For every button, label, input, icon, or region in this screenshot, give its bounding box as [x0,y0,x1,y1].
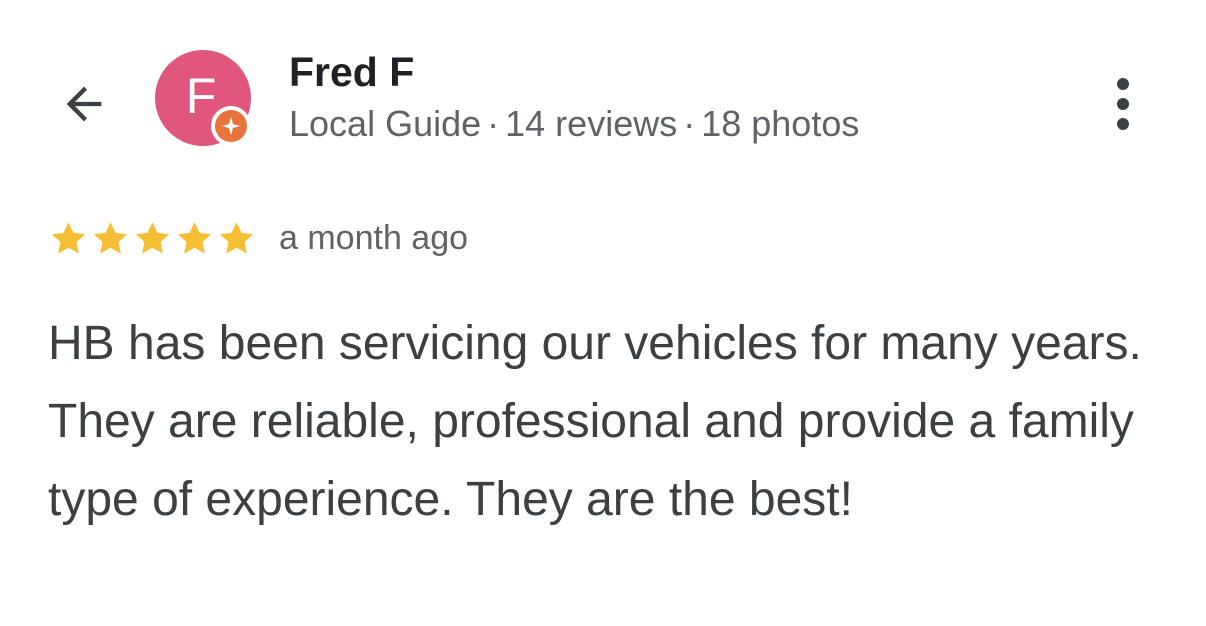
star-icon [51,222,86,254]
reviewer-review-count: 14 reviews [505,103,678,144]
meta-separator: · [683,103,696,144]
avatar-letter: F [185,68,217,124]
review-text: HB has been servicing our vehicles for m… [48,317,1142,526]
arrow-left-icon [66,86,102,122]
reviewer-name[interactable]: Fred F [289,49,414,95]
more-vert-icon [1117,78,1129,90]
reviewer-level: Local Guide [289,103,482,144]
review-date: a month ago [279,219,469,257]
star-rating [48,218,257,259]
star-icon [219,222,254,254]
star-icon [93,222,128,254]
rating-row: a month ago [48,218,468,259]
star-icon [135,222,170,254]
reviewer-meta: Local Guide · 14 reviews · 18 photos [289,102,859,145]
reviewer-photo-count: 18 photos [701,103,860,144]
star-icon [177,222,212,254]
back-button[interactable] [52,72,116,136]
meta-separator: · [487,103,500,144]
more-options-button[interactable] [1098,72,1148,136]
local-guide-badge-icon [211,106,251,146]
